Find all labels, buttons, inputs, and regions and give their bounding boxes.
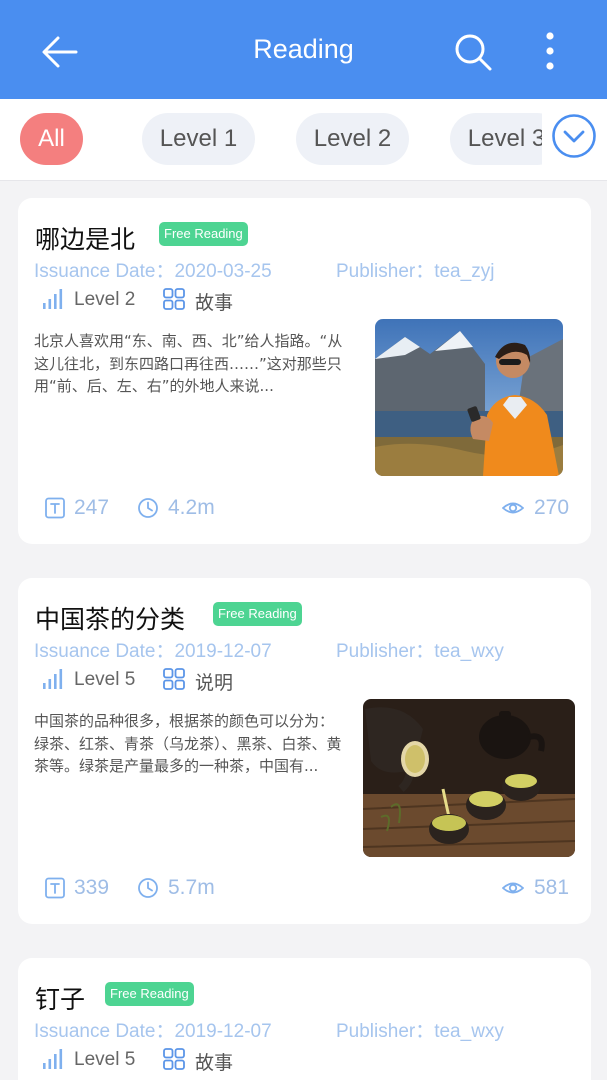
chip-level-2[interactable]: Level 2: [296, 113, 409, 165]
article-excerpt: 中国茶的品种很多，根据茶的颜色可以分为：绿茶、红茶、青茶（乌龙茶）、黑茶、白茶、…: [34, 712, 342, 775]
clock-icon: [138, 498, 158, 518]
signal-bars-icon: [43, 1049, 63, 1069]
article-card[interactable]: 哪边是北 Free Reading Issuance Date：2020-03-…: [18, 198, 591, 544]
free-reading-badge: Free Reading: [105, 982, 194, 1006]
clock-icon: [138, 878, 158, 898]
view-count: 581: [534, 876, 570, 899]
chevron-down-circle-icon[interactable]: [551, 113, 597, 159]
article-title: 哪边是北: [35, 225, 136, 254]
app-bar: Reading: [0, 0, 607, 99]
category-label: 故事: [195, 292, 234, 314]
man-with-compass-photo: [375, 319, 563, 476]
word-count: 247: [74, 496, 110, 519]
eye-icon: [502, 502, 524, 514]
category-grid-icon: [163, 1048, 185, 1070]
level-label: Level 5: [74, 669, 136, 690]
article-title: 中国茶的分类: [35, 605, 186, 634]
level-chip-list: All Level 1 Level 2 Level 3: [0, 99, 542, 180]
free-reading-badge: Free Reading: [213, 602, 302, 626]
reading-duration: 4.2m: [168, 496, 215, 519]
category-label: 故事: [195, 1052, 234, 1074]
signal-bars-icon: [43, 289, 63, 309]
word-count: 339: [74, 876, 110, 899]
eye-icon: [502, 882, 524, 894]
category-grid-icon: [163, 288, 185, 310]
tea-pouring-photo: [363, 699, 575, 857]
issuance-date: Issuance Date：2019-12-07: [34, 641, 272, 662]
chip-level-1[interactable]: Level 1: [142, 113, 255, 165]
article-card[interactable]: 钉子 Free Reading Issuance Date：2019-12-07…: [18, 958, 591, 1080]
publisher: Publisher：tea_zyj: [336, 261, 495, 282]
level-filter-bar: All Level 1 Level 2 Level 3: [0, 99, 607, 181]
word-count-icon: [45, 877, 65, 899]
free-reading-badge: Free Reading: [159, 222, 248, 246]
reading-duration: 5.7m: [168, 876, 215, 899]
issuance-date: Issuance Date：2019-12-07: [34, 1021, 272, 1042]
page-title: Reading: [253, 34, 354, 64]
chip-all[interactable]: All: [20, 113, 83, 165]
category-label: 说明: [195, 672, 234, 694]
signal-bars-icon: [43, 669, 63, 689]
issuance-date: Issuance Date：2020-03-25: [34, 261, 272, 282]
article-card[interactable]: 中国茶的分类 Free Reading Issuance Date：2019-1…: [18, 578, 591, 924]
more-vert-icon[interactable]: [536, 30, 564, 74]
search-icon[interactable]: [451, 30, 495, 74]
view-count: 270: [534, 496, 570, 519]
publisher: Publisher：tea_wxy: [336, 641, 504, 662]
level-label: Level 5: [74, 1049, 136, 1070]
level-label: Level 2: [74, 289, 136, 310]
chip-level-3[interactable]: Level 3: [450, 113, 542, 165]
category-grid-icon: [163, 668, 185, 690]
article-title: 钉子: [35, 985, 86, 1014]
publisher: Publisher：tea_wxy: [336, 1021, 504, 1042]
article-excerpt: 北京人喜欢用“东、南、西、北”给人指路。“从这儿往北，到东四路口再往西……”这对…: [34, 332, 343, 395]
word-count-icon: [45, 497, 65, 519]
